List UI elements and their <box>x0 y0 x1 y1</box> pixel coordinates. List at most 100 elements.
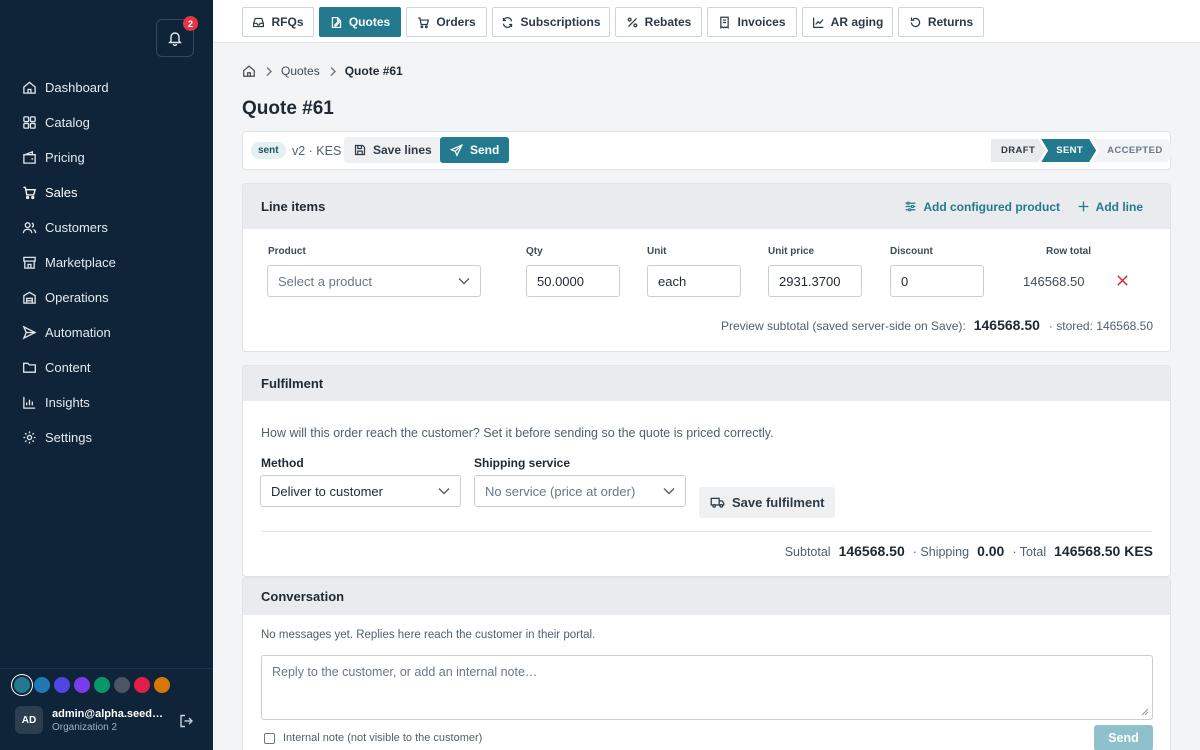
percent-icon <box>626 16 639 29</box>
sidebar-divider <box>0 668 213 669</box>
column-header-unit: Unit <box>647 246 667 257</box>
trend-icon <box>812 16 825 29</box>
row-total-value: 146568.50 <box>1023 274 1085 289</box>
theme-swatch[interactable] <box>134 677 150 693</box>
theme-swatch[interactable] <box>114 677 130 693</box>
theme-swatch[interactable] <box>14 677 30 693</box>
qty-input[interactable]: 50.0000 <box>526 265 620 297</box>
shipping-value: 0.00 <box>977 543 1005 559</box>
sidebar-item-catalog[interactable]: Catalog <box>0 105 213 140</box>
total-label: · Total <box>1012 545 1047 559</box>
theme-swatch[interactable] <box>54 677 70 693</box>
tab-quotes[interactable]: Quotes <box>319 7 401 37</box>
divider <box>261 531 1152 532</box>
reply-placeholder: Reply to the customer, or add an interna… <box>272 665 538 679</box>
wallet-icon <box>21 150 37 166</box>
reply-textarea[interactable]: Reply to the customer, or add an interna… <box>261 655 1153 720</box>
sidebar-item-operations[interactable]: Operations <box>0 280 213 315</box>
sidebar-item-label: Customers <box>45 220 108 235</box>
method-value: Deliver to customer <box>271 483 383 499</box>
sidebar-item-label: Dashboard <box>45 80 109 95</box>
column-header-row-total: Row total <box>1046 246 1091 257</box>
theme-swatch[interactable] <box>94 677 110 693</box>
save-lines-button[interactable]: Save lines <box>344 137 442 163</box>
column-header-qty: Qty <box>526 246 543 257</box>
method-label: Method <box>261 456 304 470</box>
version-currency: v2 · KES <box>292 144 342 158</box>
module-tabs: RFQs Quotes Orders Subscriptions Rebates… <box>213 0 1200 43</box>
tab-invoices[interactable]: Invoices <box>707 7 797 37</box>
theme-swatch[interactable] <box>154 677 170 693</box>
undo-icon <box>909 16 922 29</box>
breadcrumb-quotes-link[interactable]: Quotes <box>281 64 320 78</box>
sidebar-item-dashboard[interactable]: Dashboard <box>0 70 213 105</box>
product-select[interactable]: Select a product <box>267 265 481 297</box>
internal-note-checkbox[interactable] <box>264 732 275 744</box>
status-badge: sent <box>251 142 286 159</box>
tab-rebates[interactable]: Rebates <box>615 7 702 37</box>
tab-label: Returns <box>927 15 974 29</box>
receipt-icon <box>718 16 731 29</box>
sidebar-item-label: Marketplace <box>45 255 116 270</box>
refresh-icon <box>501 16 514 29</box>
home-icon[interactable] <box>242 64 256 78</box>
discount-input[interactable]: 0 <box>890 265 984 297</box>
notifications-button[interactable]: 2 <box>156 16 198 57</box>
cart-icon <box>21 185 37 201</box>
sidebar-item-settings[interactable]: Settings <box>0 420 213 455</box>
fulfilment-totals: Subtotal 146568.50 · Shipping 0.00 · Tot… <box>785 543 1153 559</box>
tab-returns[interactable]: Returns <box>898 7 984 37</box>
sidebar-item-insights[interactable]: Insights <box>0 385 213 420</box>
sidebar-item-sales[interactable]: Sales <box>0 175 213 210</box>
tab-orders[interactable]: Orders <box>406 7 487 37</box>
shipping-service-select[interactable]: No service (price at order) <box>474 475 686 507</box>
sidebar-item-pricing[interactable]: Pricing <box>0 140 213 175</box>
internal-note-option: Internal note (not visible to the custom… <box>264 732 482 744</box>
theme-color-picker <box>14 677 170 693</box>
remove-line-icon[interactable] <box>1116 274 1129 287</box>
user-email: admin@alpha.seed.local <box>52 707 164 720</box>
sidebar-item-content[interactable]: Content <box>0 350 213 385</box>
building-icon <box>21 290 37 306</box>
unit-input[interactable]: each <box>647 265 741 297</box>
send-reply-button[interactable]: Send <box>1094 725 1153 750</box>
tab-label: AR aging <box>830 15 884 29</box>
sidebar-item-automation[interactable]: Automation <box>0 315 213 350</box>
add-line-button[interactable]: Add line <box>1077 184 1143 229</box>
conversation-header: Conversation <box>243 578 1170 615</box>
add-line-label: Add line <box>1095 199 1143 214</box>
resize-grip-icon[interactable] <box>1141 708 1149 716</box>
send-label: Send <box>470 143 500 157</box>
save-fulfilment-button[interactable]: Save fulfilment <box>699 487 836 518</box>
step-draft: DRAFT <box>991 139 1045 162</box>
tab-subscriptions[interactable]: Subscriptions <box>492 7 610 37</box>
subtotal-label: Subtotal <box>784 545 831 559</box>
user-profile[interactable]: AD admin@alpha.seed.local Organization 2 <box>15 706 164 734</box>
total-value: 146568.50 KES <box>1054 543 1153 559</box>
sidebar-item-customers[interactable]: Customers <box>0 210 213 245</box>
sidebar-item-label: Settings <box>45 430 92 445</box>
save-fulfilment-label: Save fulfilment <box>732 495 825 510</box>
theme-swatch[interactable] <box>74 677 90 693</box>
sidebar-item-marketplace[interactable]: Marketplace <box>0 245 213 280</box>
send-quote-button[interactable]: Send <box>440 137 510 163</box>
tab-rfqs[interactable]: RFQs <box>242 7 314 37</box>
method-select[interactable]: Deliver to customer <box>260 475 461 507</box>
chevron-right-icon <box>328 66 337 77</box>
logout-icon[interactable] <box>178 713 194 729</box>
unit-price-input[interactable]: 2931.3700 <box>768 265 862 297</box>
breadcrumb: Quotes Quote #61 <box>242 64 403 78</box>
page-title: Quote #61 <box>242 98 334 119</box>
chevron-right-icon <box>264 66 273 77</box>
theme-swatch[interactable] <box>34 677 50 693</box>
preview-subtotal-label: Preview subtotal (saved server-side on S… <box>720 319 966 333</box>
fulfilment-card: Fulfilment How will this order reach the… <box>242 365 1171 577</box>
conversation-card: Conversation No messages yet. Replies he… <box>242 577 1171 750</box>
avatar: AD <box>15 706 43 734</box>
grid-icon <box>21 115 37 131</box>
add-configured-product-button[interactable]: Add configured product <box>904 184 1060 229</box>
shipping-label: · Shipping <box>912 545 970 559</box>
sliders-icon <box>904 200 917 213</box>
tab-ar-aging[interactable]: AR aging <box>802 7 893 37</box>
conversation-body: No messages yet. Replies here reach the … <box>243 615 1170 750</box>
